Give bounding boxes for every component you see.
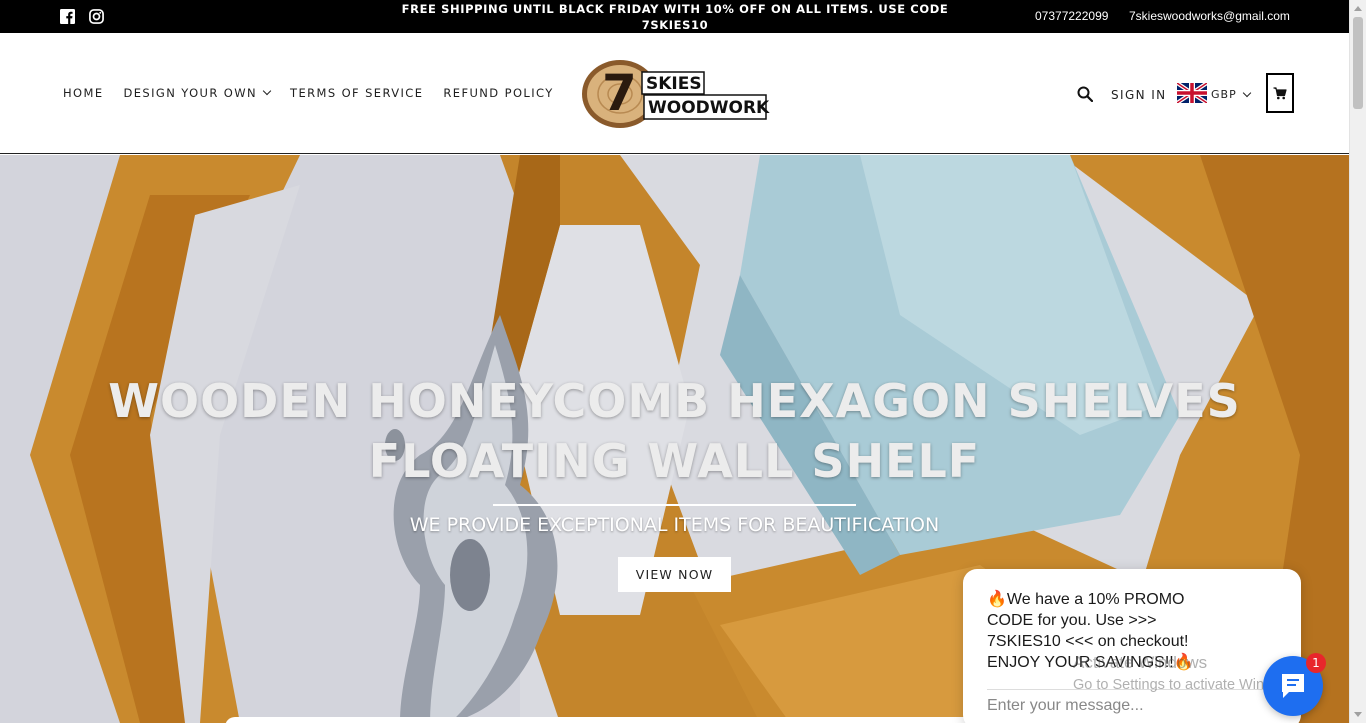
logo-number: 7: [602, 64, 637, 122]
hero-title: WOODEN HONEYCOMB HEXAGON SHELVES FLOATIN…: [0, 371, 1349, 491]
scroll-thumb[interactable]: [1353, 17, 1363, 109]
facebook-icon[interactable]: [60, 9, 75, 24]
fire-icon: 🔥: [987, 591, 1007, 608]
announcement-text: FREE SHIPPING UNTIL BLACK FRIDAY WITH 10…: [401, 2, 949, 32]
chevron-down-icon: [262, 86, 272, 96]
nav-item-terms-of-service[interactable]: TERMS OF SERVICE: [290, 86, 423, 100]
unread-badge: 1: [1306, 653, 1326, 673]
chevron-down-icon: [1242, 88, 1251, 97]
nav-item-refund-policy[interactable]: REFUND POLICY: [443, 86, 553, 100]
hero-subtitle: WE PROVIDE EXCEPTIONAL ITEMS FOR BEAUTIF…: [409, 514, 940, 536]
nav-item-design-your-own[interactable]: DESIGN YOUR OWN: [123, 86, 272, 100]
logo-line2: WOODWORKS: [648, 98, 770, 118]
view-now-button[interactable]: VIEW NOW: [618, 557, 731, 592]
logo-line1: SKIES: [646, 74, 702, 94]
hero-title-line1: WOODEN HONEYCOMB HEXAGON SHELVES: [108, 374, 1241, 428]
nav-item-home[interactable]: HOME: [63, 86, 104, 100]
announcement-bar: FREE SHIPPING UNTIL BLACK FRIDAY WITH 10…: [0, 0, 1349, 33]
chat-message-line3: 7SKIES10 <<< on checkout!: [987, 633, 1189, 650]
cart-button[interactable]: [1266, 73, 1294, 113]
scroll-down-arrow-icon[interactable]: [1354, 712, 1362, 717]
main-nav: HOME DESIGN YOUR OWN TERMS OF SERVICE RE…: [63, 86, 554, 100]
site-header: HOME DESIGN YOUR OWN TERMS OF SERVICE RE…: [0, 33, 1349, 154]
page-scrollbar[interactable]: [1349, 0, 1366, 723]
chat-popup: 🔥We have a 10% PROMO CODE for you. Use >…: [963, 569, 1301, 723]
instagram-icon[interactable]: [89, 9, 104, 24]
chat-message-line1: 🔥We have a 10% PROMO: [987, 591, 1185, 608]
chat-message-input[interactable]: [987, 695, 1247, 717]
cart-icon: [1273, 86, 1287, 99]
search-icon[interactable]: [1077, 86, 1093, 102]
hero-title-line2: FLOATING WALL SHELF: [368, 434, 981, 488]
currency-code: GBP: [1211, 88, 1237, 101]
currency-selector[interactable]: GBP: [1211, 88, 1251, 101]
scroll-up-arrow-icon[interactable]: [1354, 6, 1362, 11]
hero-divider: [493, 504, 856, 506]
social-links: [60, 9, 104, 24]
chat-message-line2: CODE for you. Use >>>: [987, 612, 1157, 629]
site-logo[interactable]: 7 SKIES WOODWORKS: [580, 58, 770, 130]
phone-number[interactable]: 07377222099: [1035, 9, 1108, 23]
email-address[interactable]: 7skieswoodworks@gmail.com: [1129, 9, 1290, 23]
nav-item-label: DESIGN YOUR OWN: [123, 86, 258, 100]
chat-bubble-icon: [1282, 674, 1304, 698]
sign-in-link[interactable]: SIGN IN: [1111, 88, 1167, 102]
uk-flag-icon[interactable]: [1177, 83, 1207, 103]
